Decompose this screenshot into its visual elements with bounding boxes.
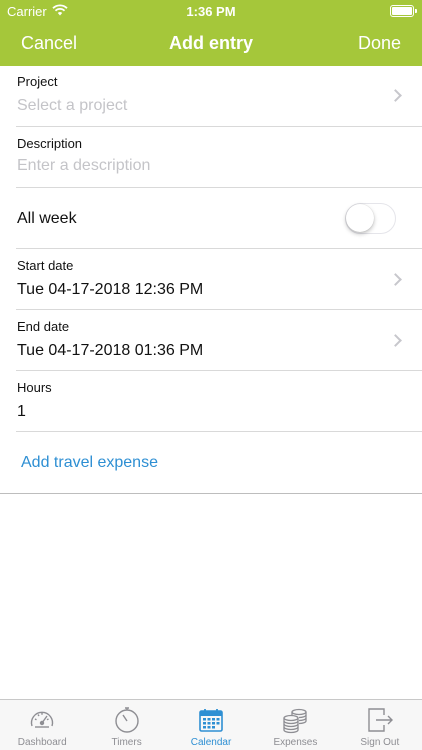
- tab-label: Sign Out: [360, 737, 400, 748]
- speedometer-icon: [28, 706, 56, 734]
- start-date-value: Tue 04-17-2018 12:36 PM: [17, 281, 204, 298]
- toggle-knob: [346, 204, 374, 232]
- add-travel-expense-link[interactable]: Add travel expense: [21, 454, 158, 472]
- description-label: Description: [17, 136, 83, 151]
- tab-label: Dashboard: [17, 737, 67, 748]
- tab-bar: Dashboard Timers Calendar Expenses Sign …: [0, 699, 422, 750]
- tab-calendar[interactable]: Calendar: [169, 700, 253, 750]
- end-date-value: Tue 04-17-2018 01:36 PM: [17, 342, 204, 359]
- tab-label: Timers: [111, 737, 142, 748]
- divider: [0, 493, 422, 494]
- sign-out-icon: [366, 706, 394, 734]
- hours-field[interactable]: 1: [17, 403, 26, 421]
- status-bar: Carrier 1:36 PM: [0, 0, 422, 22]
- done-button[interactable]: Done: [358, 33, 401, 54]
- travel-expense-row: Add travel expense: [16, 432, 422, 494]
- description-field[interactable]: Enter a description: [17, 157, 150, 175]
- project-row[interactable]: Project Select a project: [16, 66, 422, 127]
- start-date-row[interactable]: Start date Tue 04-17-2018 12:36 PM: [16, 249, 422, 310]
- end-date-row[interactable]: End date Tue 04-17-2018 01:36 PM: [16, 310, 422, 371]
- chevron-right-icon: [389, 334, 402, 347]
- hours-label: Hours: [17, 380, 52, 395]
- project-label: Project: [17, 74, 58, 89]
- tab-label: Expenses: [273, 737, 318, 748]
- calendar-icon: [197, 706, 225, 734]
- entry-form: Project Select a project Description Ent…: [0, 66, 422, 494]
- all-week-label: All week: [17, 210, 77, 227]
- chevron-right-icon: [389, 89, 402, 102]
- tab-timers[interactable]: Timers: [84, 700, 168, 750]
- project-placeholder: Select a project: [17, 97, 128, 114]
- all-week-row: All week: [16, 188, 422, 249]
- tab-label: Calendar: [190, 737, 232, 748]
- navigation-bar: Cancel Add entry Done: [0, 22, 422, 66]
- battery-icon: [390, 5, 417, 17]
- coins-icon: [281, 706, 309, 734]
- tab-dashboard[interactable]: Dashboard: [0, 700, 84, 750]
- end-date-label: End date: [17, 319, 70, 334]
- cancel-button[interactable]: Cancel: [21, 33, 77, 54]
- tab-expenses[interactable]: Expenses: [253, 700, 337, 750]
- chevron-right-icon: [389, 273, 402, 286]
- stopwatch-icon: [113, 706, 141, 734]
- clock: 1:36 PM: [186, 4, 236, 19]
- all-week-toggle[interactable]: [345, 203, 396, 234]
- start-date-label: Start date: [17, 258, 74, 273]
- hours-row[interactable]: Hours 1: [16, 371, 422, 432]
- description-row[interactable]: Description Enter a description: [16, 127, 422, 188]
- tab-sign-out[interactable]: Sign Out: [338, 700, 422, 750]
